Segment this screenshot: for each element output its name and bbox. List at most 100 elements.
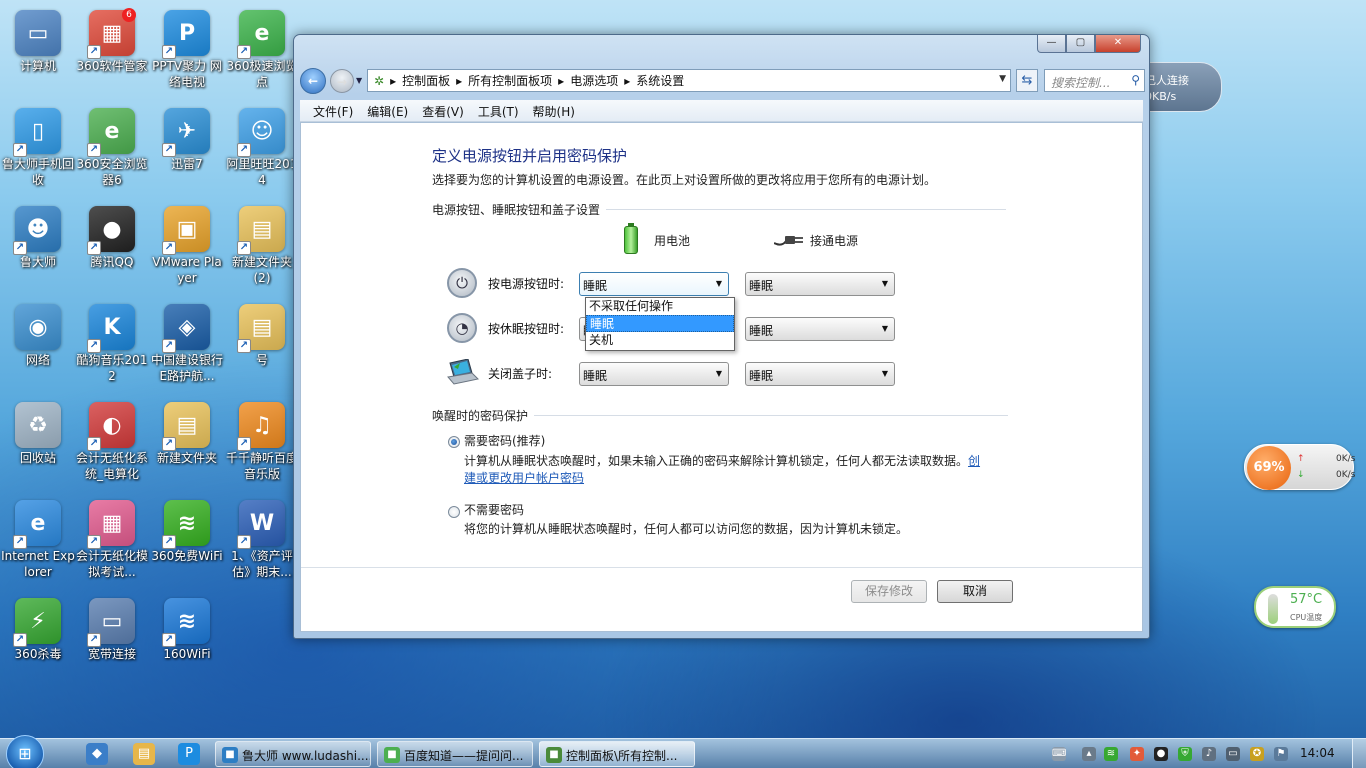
dropdown-option-do-nothing[interactable]: 不采取任何操作 bbox=[586, 298, 734, 315]
360-wifi-tray-icon[interactable]: ≋ bbox=[1104, 747, 1118, 761]
save-changes-button[interactable]: 保存修改 bbox=[851, 580, 927, 603]
desktop-icon[interactable]: ▭ 计算机 bbox=[0, 4, 76, 96]
desktop-icon[interactable]: e ↗ Internet Explorer bbox=[0, 494, 76, 586]
desktop-icon[interactable]: ▤ ↗ 新建文件夹 bbox=[149, 396, 225, 488]
search-icon[interactable]: ⚲ bbox=[1131, 73, 1140, 87]
cpu-temperature-gadget[interactable]: 57°C CPU温度 bbox=[1254, 586, 1336, 628]
shortcut-arrow-icon: ↗ bbox=[162, 437, 176, 451]
desktop-icon[interactable]: ● ↗ 腾讯QQ bbox=[74, 200, 150, 292]
desktop-icon[interactable]: ▤ ↗ 号 bbox=[224, 298, 300, 390]
power-button-battery-select[interactable]: 睡眠 ▼ bbox=[579, 272, 729, 296]
search-input[interactable]: 搜索控制... ⚲ bbox=[1044, 69, 1145, 92]
desktop-icon[interactable]: ⚡ ↗ 360杀毒 bbox=[0, 592, 76, 684]
action-center-icon[interactable]: ⚑ bbox=[1274, 747, 1288, 761]
recent-pages-dropdown-icon[interactable]: ▼ bbox=[356, 76, 362, 85]
menu-file[interactable]: 文件(F) bbox=[306, 100, 360, 121]
desktop-icon[interactable]: ☺ ↗ 阿里旺旺2014 bbox=[224, 102, 300, 194]
desktop-icon[interactable]: ☻ ↗ 鲁大师 bbox=[0, 200, 76, 292]
lid-close-plugged-select[interactable]: 睡眠 ▼ bbox=[745, 362, 895, 386]
desktop-icon[interactable]: ▤ ↗ 新建文件夹 (2) bbox=[224, 200, 300, 292]
keyboard-icon[interactable]: ⌨ bbox=[1052, 747, 1066, 761]
desktop-icon[interactable]: K ↗ 酷狗音乐2012 bbox=[74, 298, 150, 390]
start-button[interactable]: ⊞ bbox=[6, 735, 44, 768]
change-password-link[interactable]: 建或更改用户帐户密码 bbox=[464, 471, 584, 485]
network-tray-icon[interactable]: ▭ bbox=[1226, 747, 1240, 761]
desktop-icon[interactable]: W ↗ 1、《资产评估》期末... bbox=[224, 494, 300, 586]
pptv-quicklaunch-icon[interactable]: P bbox=[178, 743, 200, 765]
360-browser-quicklaunch-icon[interactable]: ◆ bbox=[86, 743, 108, 765]
desktop-icon[interactable]: ≋ ↗ 360免费WiFi bbox=[149, 494, 225, 586]
breadcrumb-control-panel[interactable]: 控制面板 bbox=[402, 72, 450, 89]
360-security-tray-icon[interactable]: ⛨ bbox=[1178, 747, 1192, 761]
minimize-button[interactable]: — bbox=[1037, 35, 1066, 53]
no-password-label[interactable]: 不需要密码 bbox=[464, 502, 524, 519]
close-button[interactable]: ✕ bbox=[1095, 35, 1141, 53]
desktop-icon[interactable]: ▯ ↗ 鲁大师手机回收 bbox=[0, 102, 76, 194]
dropdown-option-sleep[interactable]: 睡眠 bbox=[586, 315, 734, 332]
desktop-icon[interactable]: ✈ ↗ 迅雷7 bbox=[149, 102, 225, 194]
breadcrumb-system-settings[interactable]: 系统设置 bbox=[636, 72, 684, 89]
taskbar-button[interactable]: ■ 百度知道——提问问... bbox=[377, 741, 533, 767]
back-button[interactable]: ← bbox=[300, 68, 326, 94]
taskbar: ⊞ ◆ ▤ P ■ 鲁大师 www.ludashi.... ■ 百度知道——提问问..… bbox=[0, 735, 1366, 768]
power-settings-window: — ▢ ✕ ← → ▼ ✲ ▸ 控制面板 ▸ 所有控制面板项 ▸ 电源选项 ▸ … bbox=[293, 34, 1150, 639]
no-password-radio[interactable] bbox=[448, 506, 460, 518]
section-wake-password-title: 唤醒时的密码保护 bbox=[432, 409, 529, 423]
desktop-icon[interactable]: ◐ ↗ 会计无纸化系统_电算化 bbox=[74, 396, 150, 488]
desktop-icon[interactable]: ▣ ↗ VMware Player bbox=[149, 200, 225, 292]
desktop-icon-label: 鲁大师 bbox=[19, 255, 56, 269]
shortcut-arrow-icon: ↗ bbox=[237, 45, 251, 59]
require-password-radio[interactable] bbox=[448, 436, 460, 448]
taskbar-button[interactable]: ■ 控制面板\所有控制... bbox=[539, 741, 695, 767]
maximize-button[interactable]: ▢ bbox=[1066, 35, 1095, 53]
lid-close-battery-select[interactable]: 睡眠 ▼ bbox=[579, 362, 729, 386]
address-bar[interactable]: ✲ ▸ 控制面板 ▸ 所有控制面板项 ▸ 电源选项 ▸ 系统设置 ▼ bbox=[367, 69, 1011, 92]
shortcut-arrow-icon: ↗ bbox=[237, 437, 251, 451]
menu-tools[interactable]: 工具(T) bbox=[471, 100, 526, 121]
breadcrumb-separator-icon: ▸ bbox=[390, 73, 397, 88]
ccb-icon: ◈ ↗ bbox=[162, 304, 210, 353]
refresh-button[interactable]: ⇆ bbox=[1016, 69, 1038, 92]
memory-usage-gadget[interactable]: 69% ↑ 0K/s ↓ 0K/s bbox=[1244, 444, 1356, 490]
tray-expand-icon[interactable]: ▴ bbox=[1082, 747, 1096, 761]
desktop-icon[interactable]: ▦ ↗ 会计无纸化模拟考试... bbox=[74, 494, 150, 586]
desktop-icon[interactable]: ♫ ↗ 千千静听百度音乐版 bbox=[224, 396, 300, 488]
change-password-link-part1[interactable]: 创 bbox=[968, 454, 980, 468]
tray-app-icon-2[interactable]: ✪ bbox=[1250, 747, 1264, 761]
cpu-temperature-label: CPU温度 bbox=[1290, 613, 1323, 622]
power-button-plugged-select[interactable]: 睡眠 ▼ bbox=[745, 272, 895, 296]
cancel-button[interactable]: 取消 bbox=[937, 580, 1013, 603]
file-explorer-quicklaunch-icon[interactable]: ▤ bbox=[133, 743, 155, 765]
require-password-description: 计算机从睡眠状态唤醒时，如果未输入正确的密码来解除计算机锁定，任何人都无法读取数… bbox=[464, 453, 984, 487]
desktop-icon[interactable]: ≋ ↗ 160WiFi bbox=[149, 592, 225, 684]
breadcrumb-all-items[interactable]: 所有控制面板项 bbox=[468, 72, 552, 89]
desktop-icon[interactable]: ◈ ↗ 中国建设银行E路护航... bbox=[149, 298, 225, 390]
column-header-plugged-in: 接通电源 bbox=[810, 234, 859, 248]
address-history-dropdown-icon[interactable]: ▼ bbox=[999, 74, 1006, 84]
show-desktop-button[interactable] bbox=[1352, 739, 1366, 768]
taskbar-button[interactable]: ■ 鲁大师 www.ludashi.... bbox=[215, 741, 371, 767]
menu-help[interactable]: 帮助(H) bbox=[526, 100, 582, 121]
chevron-down-icon: ▼ bbox=[881, 324, 888, 333]
require-password-label[interactable]: 需要密码(推荐) bbox=[464, 433, 545, 450]
clock[interactable]: 14:04 bbox=[1300, 746, 1335, 760]
desktop-icon[interactable]: ▭ ↗ 宽带连接 bbox=[74, 592, 150, 684]
volume-icon[interactable]: ♪ bbox=[1202, 747, 1216, 761]
desktop-icon[interactable]: ◉ 网络 bbox=[0, 298, 76, 390]
download-rate-value: 0K/s bbox=[1336, 470, 1356, 480]
taskbar-button-label: 鲁大师 www.ludashi.... bbox=[242, 749, 371, 763]
desktop-icon[interactable]: ▦ ↗ 360软件管家 6 bbox=[74, 4, 150, 96]
dropdown-option-shutdown[interactable]: 关机 bbox=[586, 332, 734, 349]
network-speed-gadget[interactable]: 己人连接 0KB/s bbox=[1138, 62, 1222, 112]
menu-edit[interactable]: 编辑(E) bbox=[360, 100, 415, 121]
desktop-icon[interactable]: e ↗ 360安全浏览器6 bbox=[74, 102, 150, 194]
desktop-icon[interactable]: e ↗ 360极速浏览点 bbox=[224, 4, 300, 96]
desktop-icon[interactable]: P ↗ PPTV聚力 网络电视 bbox=[149, 4, 225, 96]
sleep-button-plugged-select[interactable]: 睡眠 ▼ bbox=[745, 317, 895, 341]
qq-tray-icon[interactable]: ● bbox=[1154, 747, 1168, 761]
breadcrumb-power-options[interactable]: 电源选项 bbox=[570, 72, 618, 89]
tray-app-icon[interactable]: ✦ bbox=[1130, 747, 1144, 761]
forward-button[interactable]: → bbox=[330, 69, 354, 93]
desktop-icon[interactable]: ♻ 回收站 bbox=[0, 396, 76, 488]
menu-view[interactable]: 查看(V) bbox=[415, 100, 471, 121]
